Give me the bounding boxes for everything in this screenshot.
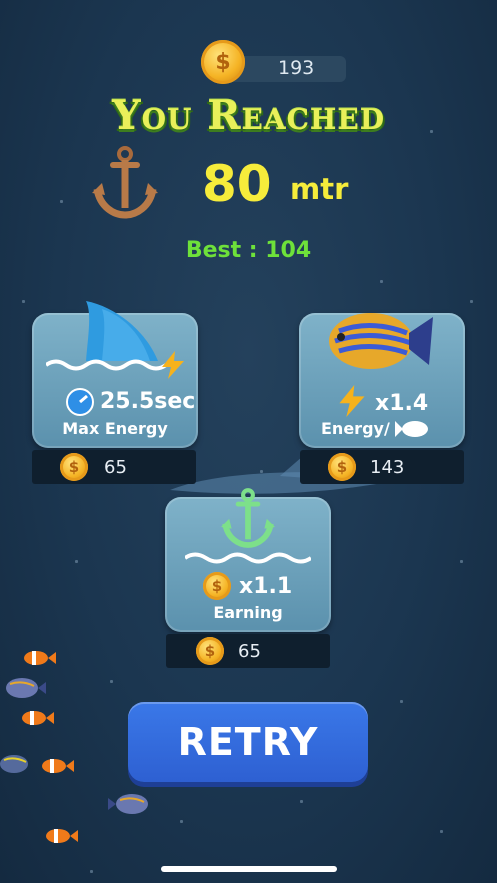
energy-multiplier-value: x1.4 xyxy=(375,391,429,416)
angelfish-icon xyxy=(108,794,148,814)
upgrade-card-earning[interactable]: $ x1.1 Earning xyxy=(165,488,331,632)
max-energy-price-bar[interactable]: $ 65 xyxy=(32,450,196,484)
home-indicator xyxy=(161,866,337,872)
upgrade-card-max-energy[interactable]: 25.5sec Max Energy xyxy=(32,301,198,448)
max-energy-price: 65 xyxy=(104,457,127,478)
earning-price: 65 xyxy=(238,641,261,662)
earning-multiplier-value: x1.1 xyxy=(239,574,293,599)
clownfish-icon xyxy=(42,759,74,773)
upgrade-card-energy-fish[interactable]: x1.4 Energy/ xyxy=(299,313,465,448)
distance-value: 80 xyxy=(202,155,272,213)
energy-fish-price-bar[interactable]: $ 143 xyxy=(300,450,464,484)
angelfish-icon xyxy=(329,313,433,369)
lightning-icon xyxy=(339,385,365,417)
coin-icon: $ xyxy=(60,453,88,481)
earning-price-bar[interactable]: $ 65 xyxy=(166,634,330,668)
coin-count: 193 xyxy=(278,57,315,79)
retry-button[interactable]: RETRY xyxy=(128,702,368,782)
distance-unit: mtr xyxy=(290,172,349,206)
energy-fish-label-row: Energy/ xyxy=(321,419,390,438)
max-energy-value: 25.5sec xyxy=(100,389,196,414)
clownfish-icon xyxy=(46,829,78,843)
best-score: Best : 104 xyxy=(185,238,312,263)
earning-label: Earning xyxy=(213,603,283,622)
timer-icon xyxy=(66,388,94,416)
max-energy-label: Max Energy xyxy=(62,419,168,438)
clownfish-icon xyxy=(22,711,54,725)
wave-icon xyxy=(185,552,311,564)
angelfish-icon xyxy=(0,755,28,773)
coin-icon: $ xyxy=(196,637,224,665)
coin-icon: $ xyxy=(328,453,356,481)
energy-fish-price: 143 xyxy=(370,457,405,478)
fish-icon xyxy=(395,421,428,437)
energy-fish-label: Energy/ xyxy=(321,419,390,438)
coin-icon: $ xyxy=(201,40,245,84)
coin-icon: $ xyxy=(203,572,231,600)
angelfish-icon xyxy=(6,678,46,698)
lightning-icon xyxy=(162,351,184,379)
you-reached-title: You Reached xyxy=(112,92,385,139)
anchor-icon xyxy=(92,146,158,219)
anchor-icon xyxy=(221,488,275,548)
clownfish-icon xyxy=(24,651,56,665)
